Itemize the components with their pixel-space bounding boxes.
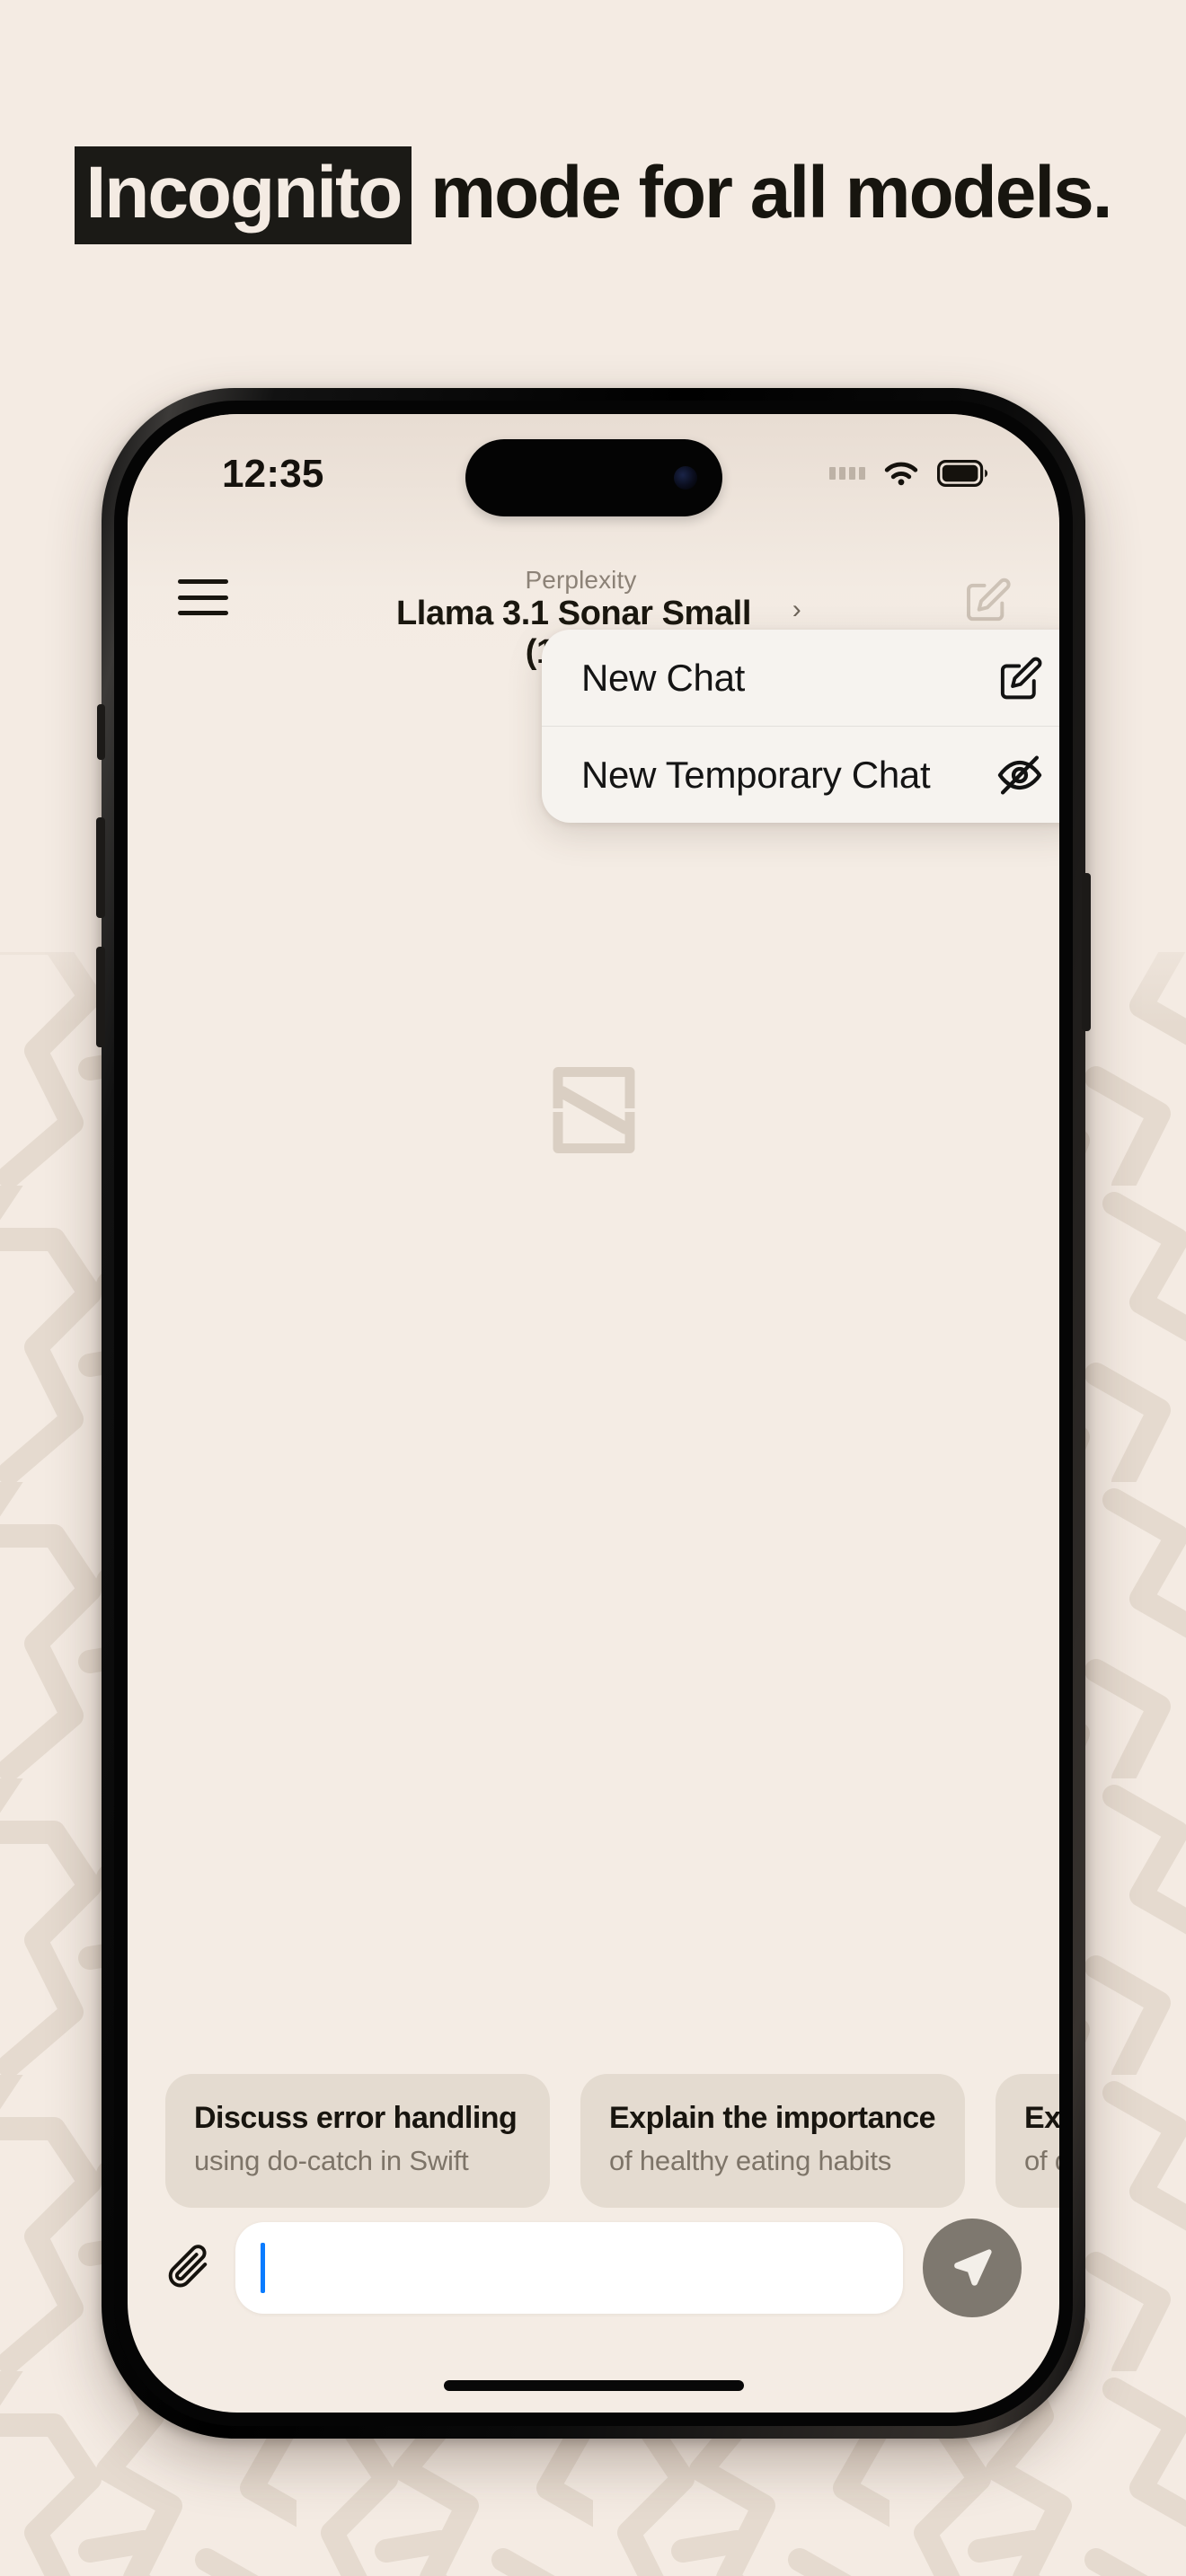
suggestion-card[interactable]: Explain the importance of healthy eating…: [580, 2074, 965, 2208]
phone-mockup: 12:35 Perplexity Llama 3.1 Sonar Small ›…: [96, 388, 1091, 2439]
suggestion-title: Discuss error handling: [194, 2101, 518, 2135]
home-indicator[interactable]: [443, 2380, 744, 2391]
model-provider-label: Perplexity: [525, 566, 637, 594]
dynamic-island: [465, 439, 722, 516]
front-camera-icon: [673, 466, 697, 490]
chat-input-bar: [128, 2210, 1059, 2326]
send-button[interactable]: [923, 2219, 1022, 2317]
suggestion-subtitle: of healthy eating habits: [609, 2145, 892, 2176]
volume-down-button[interactable]: [96, 947, 105, 1047]
signal-bars-icon: [829, 467, 865, 480]
menu-item-new-chat[interactable]: New Chat: [542, 630, 1059, 726]
status-bar: 12:35: [128, 414, 1059, 549]
send-paper-plane-icon: [954, 2249, 992, 2286]
chat-text-input[interactable]: [235, 2222, 903, 2314]
headline-highlight: Incognito: [75, 146, 412, 244]
phone-screen: 12:35 Perplexity Llama 3.1 Sonar Small ›…: [128, 414, 1059, 2413]
compose-icon[interactable]: [962, 574, 1013, 624]
menu-item-new-temporary-chat[interactable]: New Temporary Chat: [542, 726, 1059, 823]
chevron-right-icon: ›: [792, 595, 801, 625]
suggestion-subtitle: of di: [1024, 2145, 1059, 2176]
wifi-icon: [884, 462, 918, 486]
suggestion-card[interactable]: Exp of di: [996, 2074, 1059, 2208]
status-indicators: [829, 457, 989, 490]
hamburger-menu-icon[interactable]: [178, 579, 228, 615]
headline-rest: mode for all models.: [412, 151, 1112, 234]
suggestion-subtitle: using do-catch in Swift: [194, 2145, 469, 2176]
suggestion-cards: Discuss error handling using do-catch in…: [128, 2074, 1059, 2208]
silent-switch[interactable]: [97, 704, 105, 760]
page-title: Incognito mode for all models.: [0, 146, 1186, 244]
text-cursor: [261, 2243, 265, 2293]
paperclip-icon[interactable]: [165, 2239, 216, 2297]
suggestion-title: Explain the importance: [609, 2101, 936, 2135]
eye-slash-icon: [996, 751, 1044, 799]
power-button[interactable]: [1082, 873, 1091, 1031]
suggestion-title: Exp: [1024, 2101, 1059, 2135]
status-time: 12:35: [222, 452, 324, 496]
volume-up-button[interactable]: [96, 817, 105, 918]
suggestion-card[interactable]: Discuss error handling using do-catch in…: [165, 2074, 550, 2208]
new-chat-dropdown-menu: New Chat New Temporary Chat: [542, 630, 1059, 823]
menu-item-label: New Temporary Chat: [581, 753, 931, 796]
compose-icon: [996, 654, 1044, 702]
menu-item-label: New Chat: [581, 656, 746, 699]
perplexity-logo-icon: [544, 1061, 643, 1160]
battery-full-icon: [937, 460, 988, 487]
